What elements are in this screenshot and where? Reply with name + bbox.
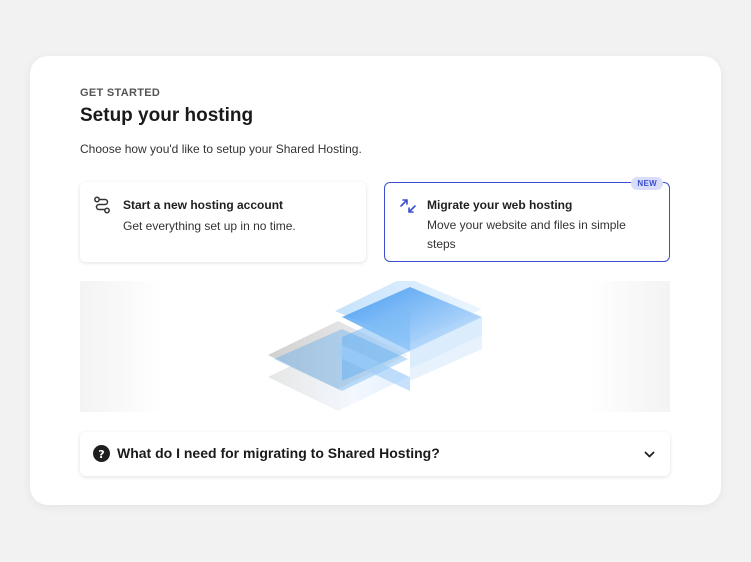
option-title: Start a new hosting account: [123, 198, 284, 212]
stacked-layers-icon: [268, 281, 482, 411]
svg-text:?: ?: [98, 448, 104, 461]
setup-hosting-card: GET STARTED Setup your hosting Choose ho…: [30, 56, 721, 505]
option-title: Migrate your web hosting: [427, 198, 573, 212]
page-subtitle: Choose how you'd like to setup your Shar…: [80, 142, 362, 156]
question-circle-icon: ?: [93, 445, 110, 462]
new-badge: NEW: [631, 177, 663, 190]
eyebrow-label: GET STARTED: [80, 87, 161, 99]
migration-illustration: [80, 281, 670, 412]
option-new-hosting-account[interactable]: Start a new hosting account Get everythi…: [80, 182, 366, 262]
option-description: Get everything set up in no time.: [123, 219, 296, 233]
option-migrate-web-hosting[interactable]: NEW Migrate your web hosting Move your w…: [384, 177, 670, 262]
migrate-arrows-icon: [400, 199, 416, 213]
faq-accordion[interactable]: ? What do I need for migrating to Shared…: [80, 432, 670, 476]
faq-question: What do I need for migrating to Shared H…: [117, 445, 440, 461]
route-icon: [94, 196, 110, 214]
page-title: Setup your hosting: [80, 105, 254, 126]
option-description: Move your website and files in simple st…: [427, 218, 626, 251]
chevron-down-icon[interactable]: [643, 448, 656, 461]
